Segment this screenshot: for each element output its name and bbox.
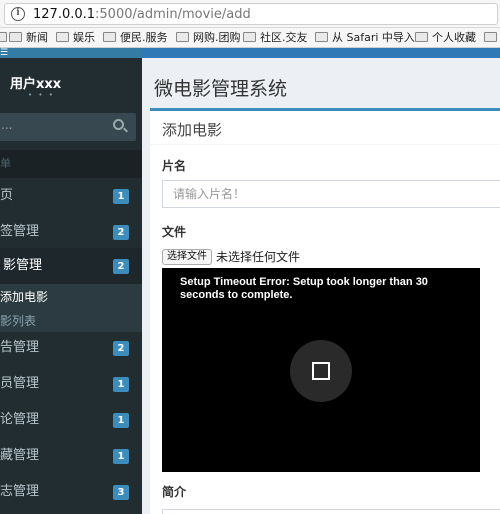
- bookmark-item[interactable]: 娱乐: [56, 30, 95, 46]
- search-icon[interactable]: [113, 119, 124, 130]
- sidebar-item-label: 志管理: [0, 484, 40, 499]
- sidebar: 用户xxx • • • ... 单 页 1 签管理 2 影管理 2 添加电影 影…: [0, 58, 142, 514]
- file-status: 未选择任何文件: [216, 250, 301, 264]
- sidebar-item-logs[interactable]: 志管理 3: [0, 474, 142, 510]
- video-player[interactable]: Setup Timeout Error: Setup took longer t…: [162, 268, 480, 472]
- sidebar-item-label: 告管理: [0, 340, 40, 355]
- sidebar-item-label: 签管理: [0, 224, 40, 239]
- title-label: 片名: [162, 159, 187, 173]
- count-badge: 2: [113, 259, 129, 274]
- count-badge: 2: [113, 225, 129, 240]
- intro-label: 简介: [162, 485, 187, 499]
- url-text[interactable]: 127.0.0.1:5000/admin/movie/add: [33, 7, 251, 22]
- user-panel: 用户xxx • • •: [0, 58, 142, 104]
- folder-icon: [315, 32, 328, 42]
- title-field[interactable]: [162, 180, 500, 208]
- sidebar-item-label: 影管理: [3, 258, 43, 273]
- count-badge: 1: [113, 413, 129, 428]
- folder-icon: [9, 32, 22, 42]
- bookmarks-bar: 新闻 娱乐 便民.服务 网购.团购 社区.交友 从 Safari 中导入 个人收…: [0, 28, 500, 48]
- menu-header: 单: [0, 150, 142, 178]
- file-label: 文件: [162, 225, 187, 239]
- sidebar-item-label: 藏管理: [0, 448, 40, 463]
- sidebar-item-comments[interactable]: 论管理 1: [0, 402, 142, 438]
- sidebar-item-ads[interactable]: 告管理 2: [0, 330, 142, 366]
- url-host: 127.0.0.1: [33, 7, 96, 22]
- address-field[interactable]: i 127.0.0.1:5000/admin/movie/add: [4, 3, 498, 25]
- count-badge: 1: [113, 449, 129, 464]
- url-path: :5000/admin/movie/add: [95, 7, 251, 22]
- folder-icon: [243, 32, 256, 42]
- sidebar-item-tags[interactable]: 签管理 2: [0, 214, 142, 250]
- sidebar-item-label: 员管理: [0, 376, 40, 391]
- logo-area: [0, 48, 142, 58]
- bookmark-item[interactable]: 便民.服务: [103, 30, 168, 46]
- count-badge: 1: [113, 189, 129, 204]
- folder-icon: [176, 32, 189, 42]
- bookmark-item[interactable]: 网购.团购: [176, 30, 241, 46]
- bookmark-item[interactable]: 个人收藏: [415, 30, 476, 46]
- search-input[interactable]: ...: [0, 113, 136, 141]
- search-placeholder: ...: [1, 118, 13, 132]
- add-movie-form: 添加电影 片名 文件 选择文件 未选择任何文件 Setup Timeout Er…: [150, 108, 500, 514]
- bookmark-item[interactable]: 从 Safari 中导入: [315, 30, 415, 46]
- intro-field[interactable]: [162, 509, 500, 514]
- bookmark-item[interactable]: [484, 30, 500, 46]
- player-error-message: Setup Timeout Error: Setup took longer t…: [180, 276, 428, 301]
- bookmark-item[interactable]: 社区.交友: [243, 30, 308, 46]
- folder-icon: [103, 32, 116, 42]
- bookmark-item[interactable]: 新闻: [9, 30, 48, 46]
- count-badge: 3: [113, 485, 129, 500]
- stop-icon: [312, 362, 330, 380]
- folder-icon: [56, 32, 69, 42]
- folder-icon: [484, 32, 497, 42]
- movies-submenu: 添加电影 影列表: [0, 284, 142, 332]
- sidebar-item-label: 论管理: [0, 412, 40, 427]
- sidebar-item-favorites[interactable]: 藏管理 1: [0, 438, 142, 474]
- app-header: ☰: [0, 48, 500, 58]
- user-status: • • •: [28, 91, 55, 99]
- sidebar-search: ...: [0, 104, 142, 150]
- main-content: 微电影管理系统 添加电影 片名 文件 选择文件 未选择任何文件 Setup Ti…: [142, 58, 500, 514]
- browser-url-bar: i 127.0.0.1:5000/admin/movie/add: [0, 0, 500, 28]
- submenu-item-add-movie[interactable]: 添加电影: [0, 288, 48, 305]
- title-input[interactable]: [163, 181, 500, 207]
- info-icon[interactable]: i: [11, 7, 25, 21]
- sidebar-item-members[interactable]: 员管理 1: [0, 366, 142, 402]
- user-name: 用户xxx: [10, 77, 62, 92]
- sidebar-item-movies[interactable]: 影管理 2: [0, 248, 142, 284]
- count-badge: 1: [113, 377, 129, 392]
- form-title: 添加电影: [162, 121, 223, 139]
- sidebar-item-home[interactable]: 页 1: [0, 178, 142, 214]
- player-control-button[interactable]: [290, 340, 352, 402]
- folder-icon: [415, 32, 428, 42]
- sidebar-item-label: 页: [0, 188, 14, 203]
- divider: [150, 144, 500, 145]
- choose-file-button[interactable]: 选择文件: [162, 249, 212, 265]
- submenu-item-movie-list[interactable]: 影列表: [0, 312, 36, 329]
- page-title: 微电影管理系统: [154, 78, 288, 100]
- sidebar-toggle-icon[interactable]: ☰: [0, 49, 8, 58]
- count-badge: 2: [113, 341, 129, 356]
